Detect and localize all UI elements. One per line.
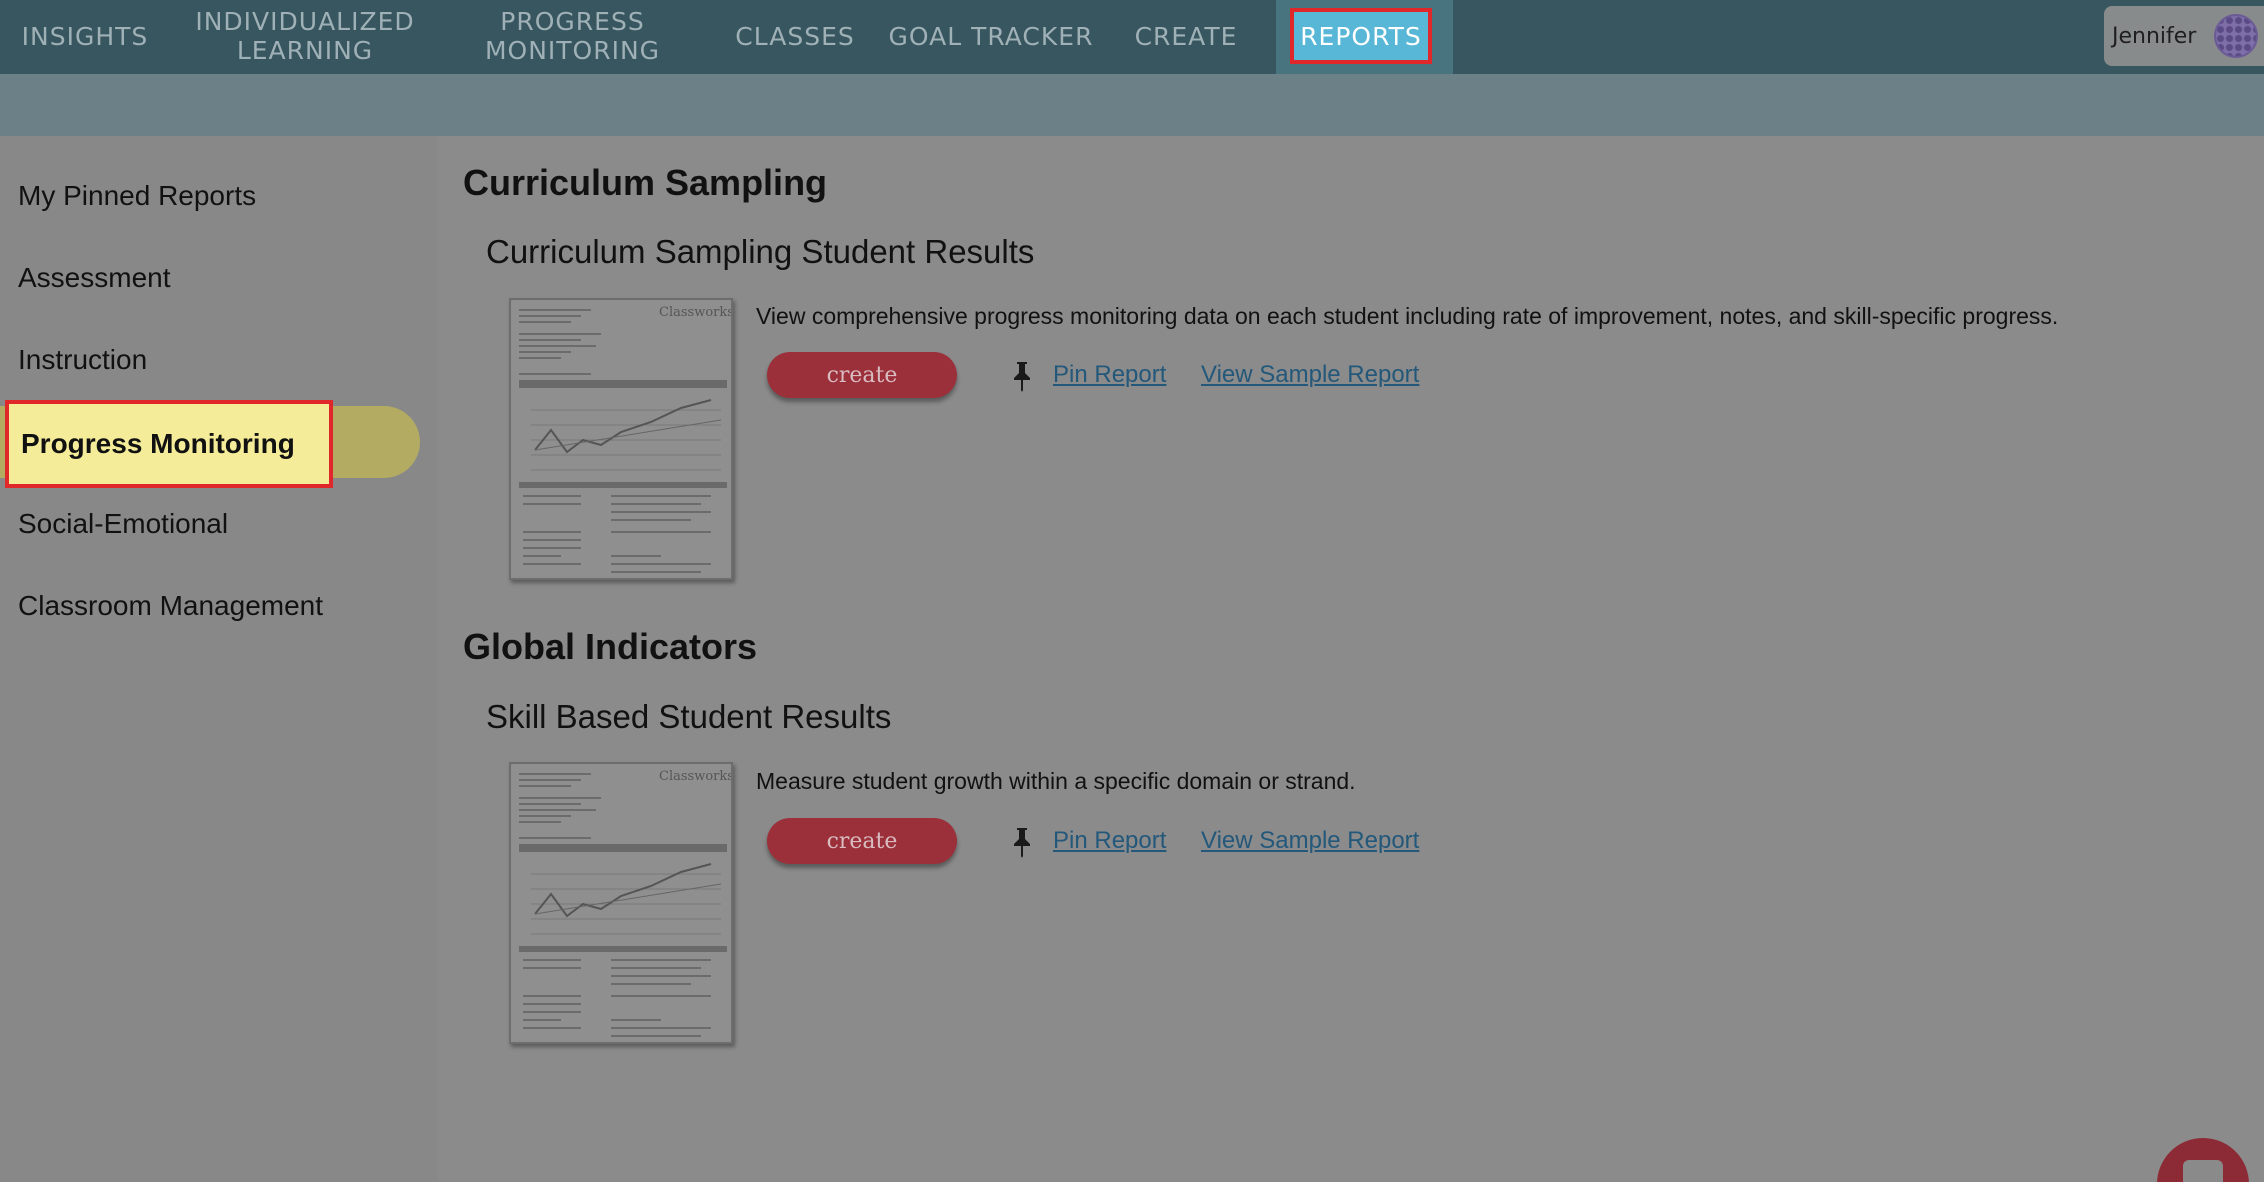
thumbnail-chart: Classworks <box>511 300 733 578</box>
section-title-global-indicators: Global Indicators <box>463 626 758 667</box>
report-thumbnail: Classworks <box>509 762 733 1044</box>
report-description: View comprehensive progress monitoring d… <box>756 303 2059 329</box>
thumbnail-chart: Classworks <box>511 764 733 1042</box>
pin-report-link[interactable]: Pin Report <box>1053 827 1166 855</box>
sidebar-item-my-pinned-reports[interactable]: My Pinned Reports <box>18 180 256 212</box>
report-title: Skill Based Student Results <box>486 698 892 735</box>
user-menu[interactable]: Jennifer <box>2104 6 2264 66</box>
sub-header-bar <box>0 74 2264 136</box>
nav-classes[interactable]: CLASSES <box>730 0 860 74</box>
nav-goal-tracker[interactable]: GOAL TRACKER <box>888 0 1094 74</box>
nav-insights[interactable]: INSIGHTS <box>20 0 150 74</box>
view-sample-report-link[interactable]: View Sample Report <box>1201 361 1419 389</box>
svg-text:Classworks: Classworks <box>659 769 733 784</box>
nav-create[interactable]: CREATE <box>1130 0 1242 74</box>
nav-individualized-learning[interactable]: INDIVIDUALIZED LEARNING <box>190 0 420 74</box>
sidebar-item-assessment[interactable]: Assessment <box>18 262 171 294</box>
sidebar-item-progress-monitoring[interactable]: Progress Monitoring <box>5 400 333 488</box>
section-title-curriculum-sampling: Curriculum Sampling <box>463 162 828 203</box>
user-name: Jennifer <box>2112 23 2197 49</box>
nav-reports[interactable]: REPORTS <box>1290 8 1432 64</box>
report-title: Curriculum Sampling Student Results <box>486 233 1035 270</box>
avatar <box>2214 14 2258 58</box>
pin-report-link[interactable]: Pin Report <box>1053 361 1166 389</box>
top-navigation: INSIGHTS INDIVIDUALIZED LEARNING PROGRES… <box>0 0 2264 74</box>
sidebar: My Pinned Reports Assessment Instruction… <box>0 136 438 1182</box>
svg-text:Classworks: Classworks <box>659 305 733 320</box>
sidebar-item-social-emotional[interactable]: Social-Emotional <box>18 508 228 540</box>
pin-icon[interactable] <box>1008 360 1036 392</box>
create-button[interactable]: create <box>767 818 957 864</box>
nav-progress-monitoring[interactable]: PROGRESS MONITORING <box>470 0 675 74</box>
create-button[interactable]: create <box>767 352 957 398</box>
sidebar-item-classroom-management[interactable]: Classroom Management <box>18 590 323 622</box>
report-thumbnail: Classworks <box>509 298 733 580</box>
pin-icon[interactable] <box>1008 826 1036 858</box>
sidebar-item-instruction[interactable]: Instruction <box>18 344 147 376</box>
view-sample-report-link[interactable]: View Sample Report <box>1201 827 1419 855</box>
report-description: Measure student growth within a specific… <box>756 768 1356 794</box>
